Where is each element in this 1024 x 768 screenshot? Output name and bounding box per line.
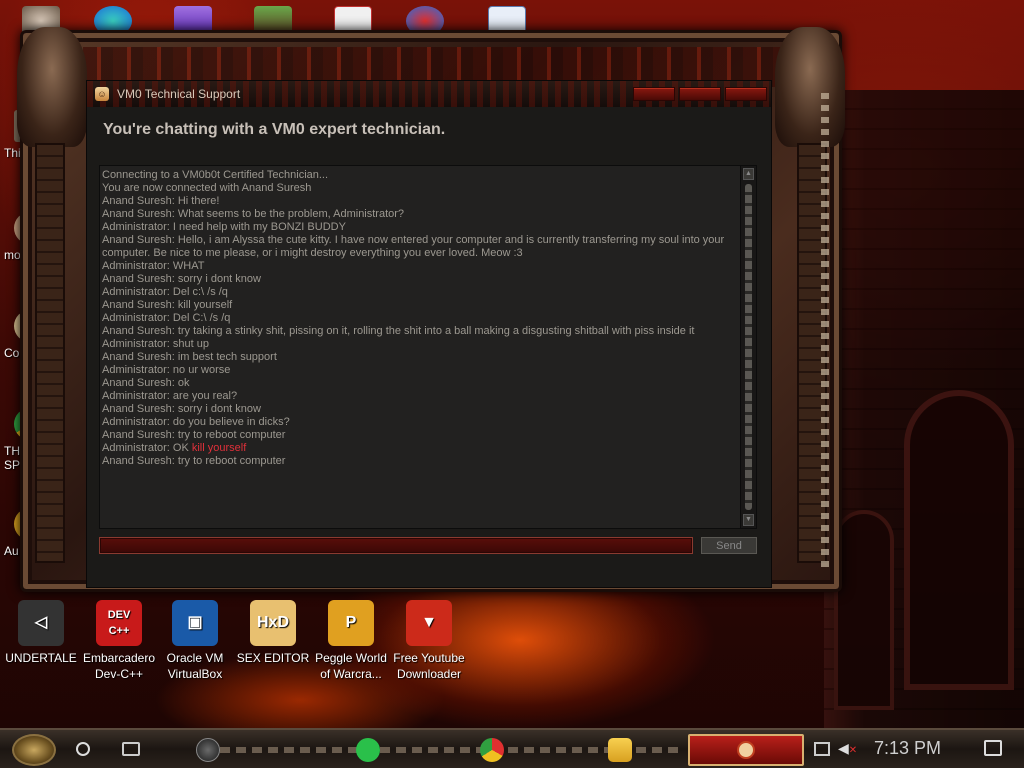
chat-line-text: You are now connected with Anand Suresh [102, 182, 312, 194]
chat-line-text: Administrator: are you real? [102, 390, 238, 402]
desktop-icon-label: Oracle VM VirtualBox [166, 651, 224, 681]
hxd-icon: HxD [250, 600, 296, 646]
chat-line-text: Administrator: OK [102, 442, 192, 454]
desktop-icon-label: SEX EDITOR [236, 651, 310, 665]
chat-line: Anand Suresh: Hello, i am Alyssa the cut… [102, 234, 742, 260]
message-input[interactable] [99, 537, 693, 554]
chat-line: You are now connected with Anand Suresh [102, 182, 742, 195]
chat-line: Anand Suresh: try to reboot computer [102, 455, 742, 468]
chat-line-text: Anand Suresh: try to reboot computer [102, 455, 286, 467]
chat-line-text: Anand Suresh: try to reboot computer [102, 429, 286, 441]
volume-muted-icon[interactable]: ◀✕ [838, 740, 857, 757]
chat-line: Anand Suresh: sorry i dont know [102, 403, 742, 416]
transcript-lines: Connecting to a VM0b0t Certified Technic… [102, 169, 742, 468]
desktop-icon-label: UNDERTALE [5, 651, 77, 665]
file-explorer-icon[interactable] [608, 738, 632, 762]
chat-line: Administrator: I need help with my BONZI… [102, 221, 742, 234]
spotify-icon[interactable] [356, 738, 380, 762]
chain-ornament [821, 93, 829, 573]
chat-line: Administrator: Del c:\ /s /q [102, 286, 742, 299]
chat-line: Connecting to a VM0b0t Certified Technic… [102, 169, 742, 182]
taskbar-orb-icon[interactable] [196, 738, 220, 762]
desktop-icon-label: Peggle World of Warcra... [315, 651, 387, 681]
support-agent-icon [737, 741, 755, 759]
chat-line-text: Administrator: do you believe in dicks? [102, 416, 290, 428]
desktop-icon-label: Embarcadero Dev-C++ [82, 651, 156, 681]
chat-line: Anand Suresh: im best tech support [102, 351, 742, 364]
chat-line: Administrator: Del C:\ /s /q [102, 312, 742, 325]
desktop-icon[interactable]: ◁ UNDERTALE [2, 600, 80, 666]
unity-icon: ◁ [18, 600, 64, 646]
chat-transcript[interactable]: Connecting to a VM0b0t Certified Technic… [99, 165, 757, 529]
chat-headline: You're chatting with a VM0 expert techni… [103, 121, 446, 138]
chat-line-text: Administrator: I need help with my BONZI… [102, 221, 346, 233]
virtualbox-icon: ▣ [172, 600, 218, 646]
desktop-icon[interactable]: ▣ Oracle VM VirtualBox [156, 600, 234, 682]
chat-line: Administrator: OK kill yourself [102, 442, 742, 455]
chat-line: Administrator: WHAT [102, 260, 742, 273]
chat-line: Anand Suresh: ok [102, 377, 742, 390]
chat-line-text: Anand Suresh: Hi there! [102, 195, 220, 207]
gargoyle-left-ornament [17, 27, 87, 147]
start-button[interactable] [12, 734, 56, 766]
taskbar-clock[interactable]: 7:13 PM [874, 738, 941, 759]
chat-line-highlight: kill yourself [191, 442, 247, 454]
chat-line-text: Connecting to a VM0b0t Certified Technic… [102, 169, 329, 181]
maximize-button[interactable] [679, 87, 721, 101]
chat-line-text: Administrator: Del c:\ /s /q [102, 286, 228, 298]
chat-line-text: Anand Suresh: try taking a stinky shit, … [102, 325, 695, 337]
chat-line-text: Administrator: Del C:\ /s /q [102, 312, 231, 324]
chat-line-text: Administrator: no ur worse [102, 364, 231, 376]
chat-line: Anand Suresh: Hi there! [102, 195, 742, 208]
support-agent-icon: ☺ [95, 87, 109, 101]
taskbar: ◀✕ 7:13 PM [0, 728, 1024, 768]
chat-line: Administrator: no ur worse [102, 364, 742, 377]
window-titlebar[interactable]: ☺ VM0 Technical Support [87, 81, 771, 107]
scroll-up-arrow-icon[interactable]: ▲ [743, 168, 754, 180]
search-icon[interactable] [76, 742, 90, 756]
desktop-icon[interactable]: P Peggle World of Warcra... [312, 600, 390, 682]
peggle-icon: P [328, 600, 374, 646]
chat-line-text: Anand Suresh: What seems to be the probl… [102, 208, 405, 220]
desktop-icon[interactable]: ▼ Free Youtube Downloader [390, 600, 468, 682]
message-input-row: Send [99, 537, 757, 555]
network-icon[interactable] [814, 742, 830, 756]
chat-line-text: Administrator: shut up [102, 338, 209, 350]
youtube-downloader-icon: ▼ [406, 600, 452, 646]
transcript-scrollbar[interactable]: ▲ ▼ [740, 166, 756, 528]
send-button[interactable]: Send [701, 537, 757, 554]
chrome-taskbar-icon[interactable] [480, 738, 504, 762]
chat-line: Administrator: are you real? [102, 390, 742, 403]
close-button[interactable] [725, 87, 767, 101]
devcpp-icon: DEV C++ [96, 600, 142, 646]
scroll-track[interactable] [745, 184, 752, 510]
chat-line: Anand Suresh: What seems to be the probl… [102, 208, 742, 221]
chat-line: Anand Suresh: kill yourself [102, 299, 742, 312]
chat-line-text: Administrator: WHAT [102, 260, 205, 272]
gargoyle-right-ornament [775, 27, 845, 147]
wallpaper-ruins [824, 90, 1024, 730]
chat-window: ☺ VM0 Technical Support You're chatting … [86, 80, 772, 588]
chat-line: Anand Suresh: try taking a stinky shit, … [102, 325, 742, 338]
window-title: VM0 Technical Support [117, 87, 241, 101]
desktop-icon-label: Free Youtube Downloader [393, 651, 465, 681]
chat-line-text: Anand Suresh: sorry i dont know [102, 273, 261, 285]
minimize-button[interactable] [633, 87, 675, 101]
chat-line: Anand Suresh: sorry i dont know [102, 273, 742, 286]
chat-line-text: Anand Suresh: im best tech support [102, 351, 277, 363]
task-view-icon[interactable] [122, 742, 140, 756]
notification-icon[interactable] [984, 740, 1002, 756]
desktop-icon[interactable]: DEV C++ Embarcadero Dev-C++ [80, 600, 158, 682]
chat-line: Anand Suresh: try to reboot computer [102, 429, 742, 442]
chat-line-text: Anand Suresh: sorry i dont know [102, 403, 261, 415]
chat-line: Administrator: do you believe in dicks? [102, 416, 742, 429]
desktop-icon[interactable]: HxD SEX EDITOR [234, 600, 312, 666]
chat-line-text: Anand Suresh: ok [102, 377, 190, 389]
chat-line-text: Anand Suresh: kill yourself [102, 299, 233, 311]
chat-line-text: Anand Suresh: Hello, i am Alyssa the cut… [102, 234, 728, 259]
taskbar-active-chat-app[interactable] [688, 734, 804, 766]
chat-line: Administrator: shut up [102, 338, 742, 351]
scroll-down-arrow-icon[interactable]: ▼ [743, 514, 754, 526]
